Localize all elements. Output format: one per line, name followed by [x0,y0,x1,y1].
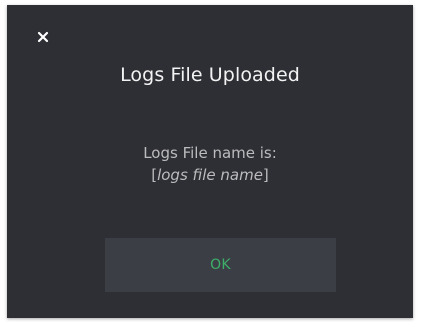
dialog-message: Logs File name is: [logs file name] [7,142,413,186]
dialog-title: Logs File Uploaded [120,64,300,86]
close-icon[interactable] [33,27,53,47]
message-line-2: [logs file name] [7,164,413,186]
logs-file-name: logs file name [157,166,263,184]
bracket-close: ] [262,166,269,184]
message-line-1: Logs File name is: [143,144,277,162]
close-icon-graphic [37,31,49,43]
logs-uploaded-dialog: Logs File Uploaded Logs File name is: [l… [7,5,413,318]
ok-button[interactable]: OK [105,238,336,292]
